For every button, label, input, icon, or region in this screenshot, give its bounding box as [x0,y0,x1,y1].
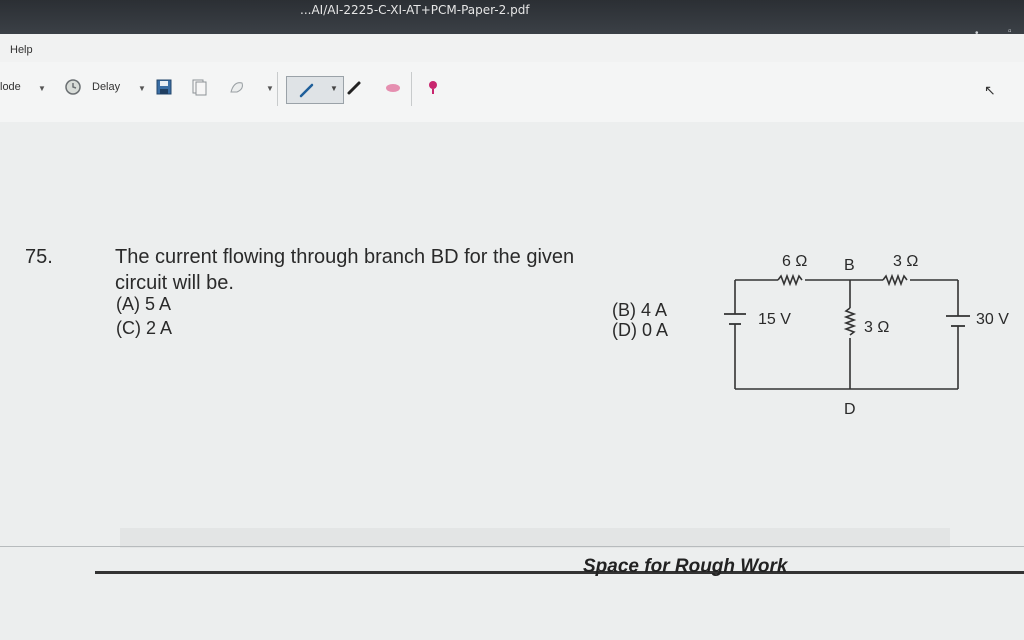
mode-dropdown[interactable]: lode [0,81,21,93]
question-text-line1: The current flowing through branch BD fo… [115,246,575,268]
window-title: ...AI/AI-2225-C-XI-AT+PCM-Paper-2.pdf [300,3,530,17]
cursor-icon: ↖ [984,82,996,98]
menubar: Help [0,34,1024,62]
menu-help[interactable]: Help [10,44,33,56]
annotation-toolbar: lode ▼ Delay ▼ ▼ ▼ ↖ [0,62,1024,122]
save-icon[interactable] [155,78,173,96]
label-v-left: 15 V [758,311,791,328]
pen-icon[interactable] [297,81,317,99]
toolbar-separator [411,72,412,106]
pdf-page: 75. The current flowing through branch B… [0,122,1024,640]
eraser-icon[interactable] [384,78,402,96]
label-r-right: 3 Ω [893,253,918,270]
marker-icon[interactable] [346,78,364,96]
label-r-mid: 3 Ω [864,319,889,336]
window-titlebar: ...AI/AI-2225-C-XI-AT+PCM-Paper-2.pdf • … [0,0,1024,39]
page-edge-strip [120,528,950,548]
label-node-d: D [844,401,856,418]
delay-dropdown[interactable]: Delay [92,81,120,93]
label-r-left: 6 Ω [782,253,807,270]
label-v-right: 30 V [976,311,1009,328]
chevron-down-icon[interactable]: ▼ [330,84,338,93]
option-d: (D) 0 A [612,320,669,340]
toolbar-separator [277,72,278,106]
page-divider [0,546,1024,547]
chevron-down-icon[interactable]: ▼ [138,84,146,93]
question-number: 75. [25,246,53,268]
pen-tool-group[interactable]: ▼ [286,76,344,104]
circuit-diagram: 6 Ω B 3 Ω 15 V 3 Ω 30 V D [724,253,1009,418]
label-node-b: B [844,257,855,274]
option-a: (A) 5 A [116,294,172,314]
resistor-3ohm-top [882,273,908,287]
option-b: (B) 4 A [612,300,668,320]
pin-icon[interactable] [424,78,442,96]
rough-work-label: Space for Rough Work [583,556,788,577]
chevron-down-icon[interactable]: ▼ [38,84,46,93]
resistor-3ohm-mid [843,307,857,336]
resistor-6ohm [777,273,803,287]
question-text-line2: circuit will be. [115,272,234,294]
chevron-down-icon[interactable]: ▼ [266,84,274,93]
rough-work-divider [95,571,1024,574]
option-c: (C) 2 A [116,318,173,338]
clock-icon[interactable] [64,78,82,96]
copy-icon[interactable] [190,78,208,96]
shape-icon[interactable] [228,78,246,96]
